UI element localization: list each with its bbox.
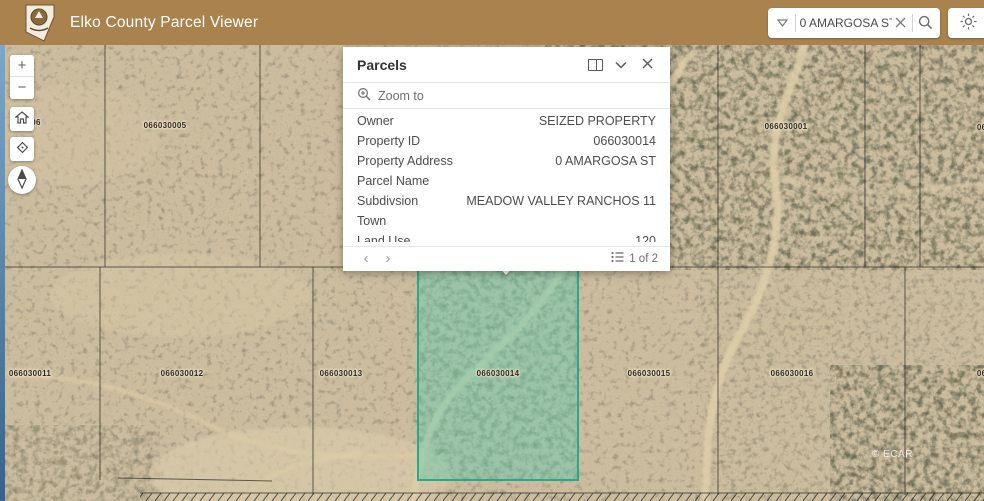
field-label: Parcel Name (357, 174, 429, 188)
attribute-row: Owner SEIZED PROPERTY (343, 111, 670, 131)
clipped-row: Land Use 120 (343, 231, 670, 242)
close-icon (642, 56, 653, 74)
feature-popup: Parcels Zoom (343, 47, 670, 271)
field-label: Land Use (357, 234, 411, 242)
zoom-widget: + − (10, 55, 34, 99)
field-value: 066030014 (420, 134, 656, 148)
previous-feature-button[interactable]: ‹ (355, 248, 377, 270)
home-icon (15, 111, 29, 127)
zoom-out-button[interactable]: − (10, 77, 34, 99)
dock-button[interactable] (582, 53, 608, 77)
attribute-row: Subdivsion MEADOW VALLEY RANCHOS 11 (343, 191, 670, 211)
zoom-to-icon (357, 87, 371, 104)
popup-title: Parcels (357, 57, 582, 73)
parcel-label: 066030001 (765, 122, 808, 131)
field-value: 120 (411, 234, 656, 242)
parcel-label: 066030005 (144, 121, 187, 130)
compass-button[interactable] (8, 166, 36, 194)
zoom-in-button[interactable]: + (10, 55, 34, 77)
sun-icon (960, 13, 977, 33)
parcel-label: 066030011 (9, 369, 51, 378)
dock-icon (588, 59, 603, 71)
compass-needle-icon (13, 169, 31, 192)
field-label: Town (357, 214, 386, 228)
elko-county-logo (24, 4, 56, 42)
parcel-label: 066030013 (320, 369, 363, 378)
collapse-button[interactable] (608, 53, 634, 77)
divider (912, 14, 913, 32)
map-canvas[interactable]: 066030005 066030001 066 06 066030011 066… (0, 45, 984, 501)
boundary-hatch (140, 493, 984, 501)
search-input[interactable] (800, 16, 892, 30)
locate-button[interactable] (10, 137, 34, 161)
attribute-row: Parcel Name (343, 171, 670, 191)
attribute-table: Owner SEIZED PROPERTY Property ID 066030… (343, 109, 670, 242)
attribute-row: Town (343, 211, 670, 231)
parcel-label: 066030012 (161, 369, 204, 378)
field-value: 0 AMARGOSA ST (453, 154, 656, 168)
basemap-brightness-button[interactable] (948, 8, 984, 38)
field-value: SEIZED PROPERTY (394, 114, 656, 128)
feature-pagination: 1 of 2 (629, 253, 658, 265)
app-title: Elko County Parcel Viewer (70, 14, 258, 32)
field-label: Property Address (357, 154, 453, 168)
feature-list-icon[interactable] (611, 250, 624, 268)
popup-footer: ‹ › 1 of 2 (343, 246, 670, 271)
parcel-label: 066030016 (771, 369, 814, 378)
parcel-label: 066 (977, 369, 984, 378)
home-button[interactable] (10, 107, 34, 131)
divider (795, 14, 796, 32)
parcel-label: 066 (977, 123, 984, 132)
close-button[interactable] (634, 53, 660, 77)
imagery-attribution: © ECAR (872, 449, 913, 460)
locate-icon (15, 140, 30, 158)
parcel-label: 066030015 (628, 369, 671, 378)
search-box (768, 8, 940, 38)
field-label: Owner (357, 114, 394, 128)
field-label: Subdivsion (357, 194, 418, 208)
zoom-to-action[interactable]: Zoom to (343, 83, 670, 109)
zoom-to-label: Zoom to (378, 89, 424, 103)
attribute-row: Property ID 066030014 (343, 131, 670, 151)
search-source-dropdown[interactable] (774, 13, 791, 33)
clear-search-button[interactable] (892, 13, 909, 33)
attribute-row: Property Address 0 AMARGOSA ST (343, 151, 670, 171)
app-header: Elko County Parcel Viewer (0, 0, 984, 45)
parcel-viewer-app: 066030005 066030001 066 06 066030011 066… (0, 0, 984, 501)
search-submit-button[interactable] (917, 13, 934, 33)
imagery-edge-strip (0, 45, 5, 501)
field-label: Property ID (357, 134, 420, 148)
field-value: MEADOW VALLEY RANCHOS 11 (418, 194, 656, 208)
next-feature-button[interactable]: › (377, 248, 399, 270)
popup-header: Parcels (343, 47, 670, 83)
chevron-down-icon (615, 56, 627, 74)
parcel-label-selected: 066030014 (477, 369, 520, 378)
